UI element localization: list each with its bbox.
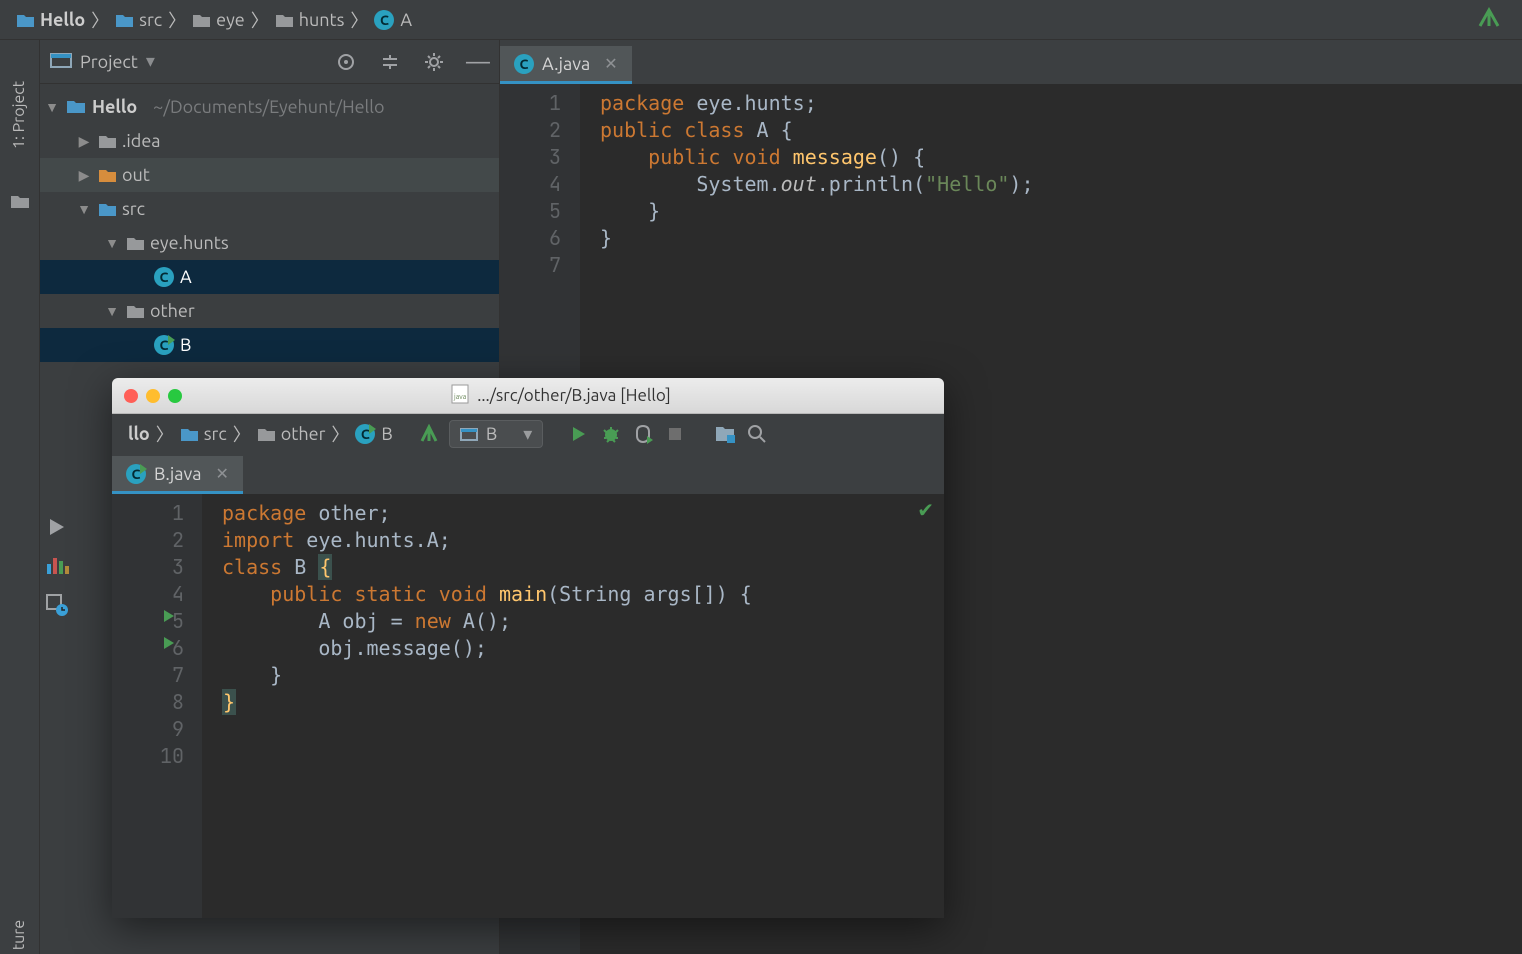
project-view-icon <box>50 51 72 73</box>
chevron-right-icon: 〉 <box>156 421 174 447</box>
project-panel-header: Project ▾ — <box>40 40 499 84</box>
coverage-icon[interactable] <box>46 556 106 580</box>
clock-icon[interactable] <box>46 594 106 620</box>
tab-a-java[interactable]: C A.java ✕ <box>500 46 632 84</box>
breadcrumb-item[interactable]: src <box>109 8 168 32</box>
window-title: .../src/other/B.java [Hello] <box>477 386 671 405</box>
svg-text:java: java <box>453 393 467 401</box>
breadcrumb-item[interactable]: CA <box>368 8 418 32</box>
window-titlebar[interactable]: java .../src/other/B.java [Hello] <box>112 378 944 414</box>
build-icon[interactable] <box>1476 6 1502 36</box>
tool-project-tab[interactable]: 1: Project <box>11 81 29 149</box>
breadcrumb-item[interactable]: other <box>251 422 332 446</box>
locate-icon[interactable] <box>335 51 357 73</box>
tree-root[interactable]: ▼ Hello ~/Documents/Eyehunt/Hello <box>40 90 499 124</box>
tree-row[interactable]: ▶.idea <box>40 124 499 158</box>
tree-row[interactable]: ▼eye.hunts <box>40 226 499 260</box>
traffic-max-icon[interactable] <box>168 389 182 403</box>
dropdown-icon[interactable]: ▾ <box>146 51 155 72</box>
close-icon[interactable]: ✕ <box>215 464 228 483</box>
floating-toolbar: llo〉src〉other〉CB B ▾ <box>112 414 944 454</box>
project-structure-icon[interactable] <box>713 425 737 443</box>
project-tree[interactable]: ▼ Hello ~/Documents/Eyehunt/Hello ▶.idea… <box>40 84 499 362</box>
run-icon[interactable] <box>46 516 106 542</box>
tree-row[interactable]: CA <box>40 260 499 294</box>
tree-row[interactable]: ▼other <box>40 294 499 328</box>
breadcrumb-item[interactable]: hunts <box>269 8 351 32</box>
editor-body-b[interactable]: ✔ 12345678910 package other;import eye.h… <box>112 494 944 918</box>
tool-structure-tab[interactable]: ture <box>11 920 29 950</box>
chevron-down-icon: ▾ <box>523 424 532 445</box>
tree-root-path: ~/Documents/Eyehunt/Hello <box>153 97 384 117</box>
run-config-select[interactable]: B ▾ <box>449 420 543 448</box>
project-panel-title[interactable]: Project <box>80 52 138 72</box>
tree-root-label: Hello <box>92 97 137 117</box>
tree-row[interactable]: ▶out <box>40 158 499 192</box>
breadcrumb-item[interactable]: llo <box>122 422 156 446</box>
breadcrumb-bar: Hello〉src〉eye〉hunts〉CA <box>0 0 1522 40</box>
class-icon: C <box>514 54 534 74</box>
debug-icon[interactable] <box>599 424 623 444</box>
breadcrumb-item[interactable]: CB <box>349 422 398 446</box>
tab-label: B.java <box>154 464 201 484</box>
breadcrumb-item[interactable]: eye <box>186 8 251 32</box>
tree-row[interactable]: ▼src <box>40 192 499 226</box>
close-icon[interactable]: ✕ <box>604 54 617 73</box>
gear-icon[interactable] <box>423 51 445 73</box>
tree-row[interactable]: CB <box>40 328 499 362</box>
breadcrumb-item[interactable]: src <box>174 422 233 446</box>
coverage-run-icon[interactable] <box>631 424 655 444</box>
breadcrumb-item[interactable]: Hello <box>10 8 91 32</box>
floating-editor-window[interactable]: java .../src/other/B.java [Hello] llo〉sr… <box>112 378 944 918</box>
chevron-right-icon: 〉 <box>233 421 251 447</box>
traffic-close-icon[interactable] <box>124 389 138 403</box>
floating-tabbar: C B.java ✕ <box>112 454 944 494</box>
tab-label: A.java <box>542 54 590 74</box>
chevron-right-icon: 〉 <box>331 421 349 447</box>
build-icon[interactable] <box>417 424 441 444</box>
class-run-icon: C <box>126 464 146 484</box>
search-icon[interactable] <box>745 424 769 444</box>
java-file-icon: java <box>451 384 469 408</box>
run-icon[interactable] <box>567 425 591 443</box>
tab-b-java[interactable]: C B.java ✕ <box>112 456 243 494</box>
stop-icon[interactable] <box>663 426 687 442</box>
collapse-icon[interactable] <box>379 51 401 73</box>
minimize-icon[interactable]: — <box>467 51 489 73</box>
inspection-ok-icon: ✔ <box>917 498 934 522</box>
folder-icon <box>10 194 30 214</box>
chevron-right-icon: 〉 <box>251 7 269 33</box>
chevron-right-icon: 〉 <box>168 7 186 33</box>
code-area-b[interactable]: package other;import eye.hunts.A;class B… <box>202 494 752 918</box>
traffic-min-icon[interactable] <box>146 389 160 403</box>
run-config-label: B <box>486 424 497 444</box>
left-tool-strip: 1: Project ture <box>0 40 40 954</box>
chevron-right-icon: 〉 <box>91 7 109 33</box>
chevron-right-icon: 〉 <box>350 7 368 33</box>
side-run-controls <box>46 516 106 620</box>
editor-gutter: 12345678910 <box>112 494 202 918</box>
editor-tabbar: C A.java ✕ <box>500 40 1522 84</box>
